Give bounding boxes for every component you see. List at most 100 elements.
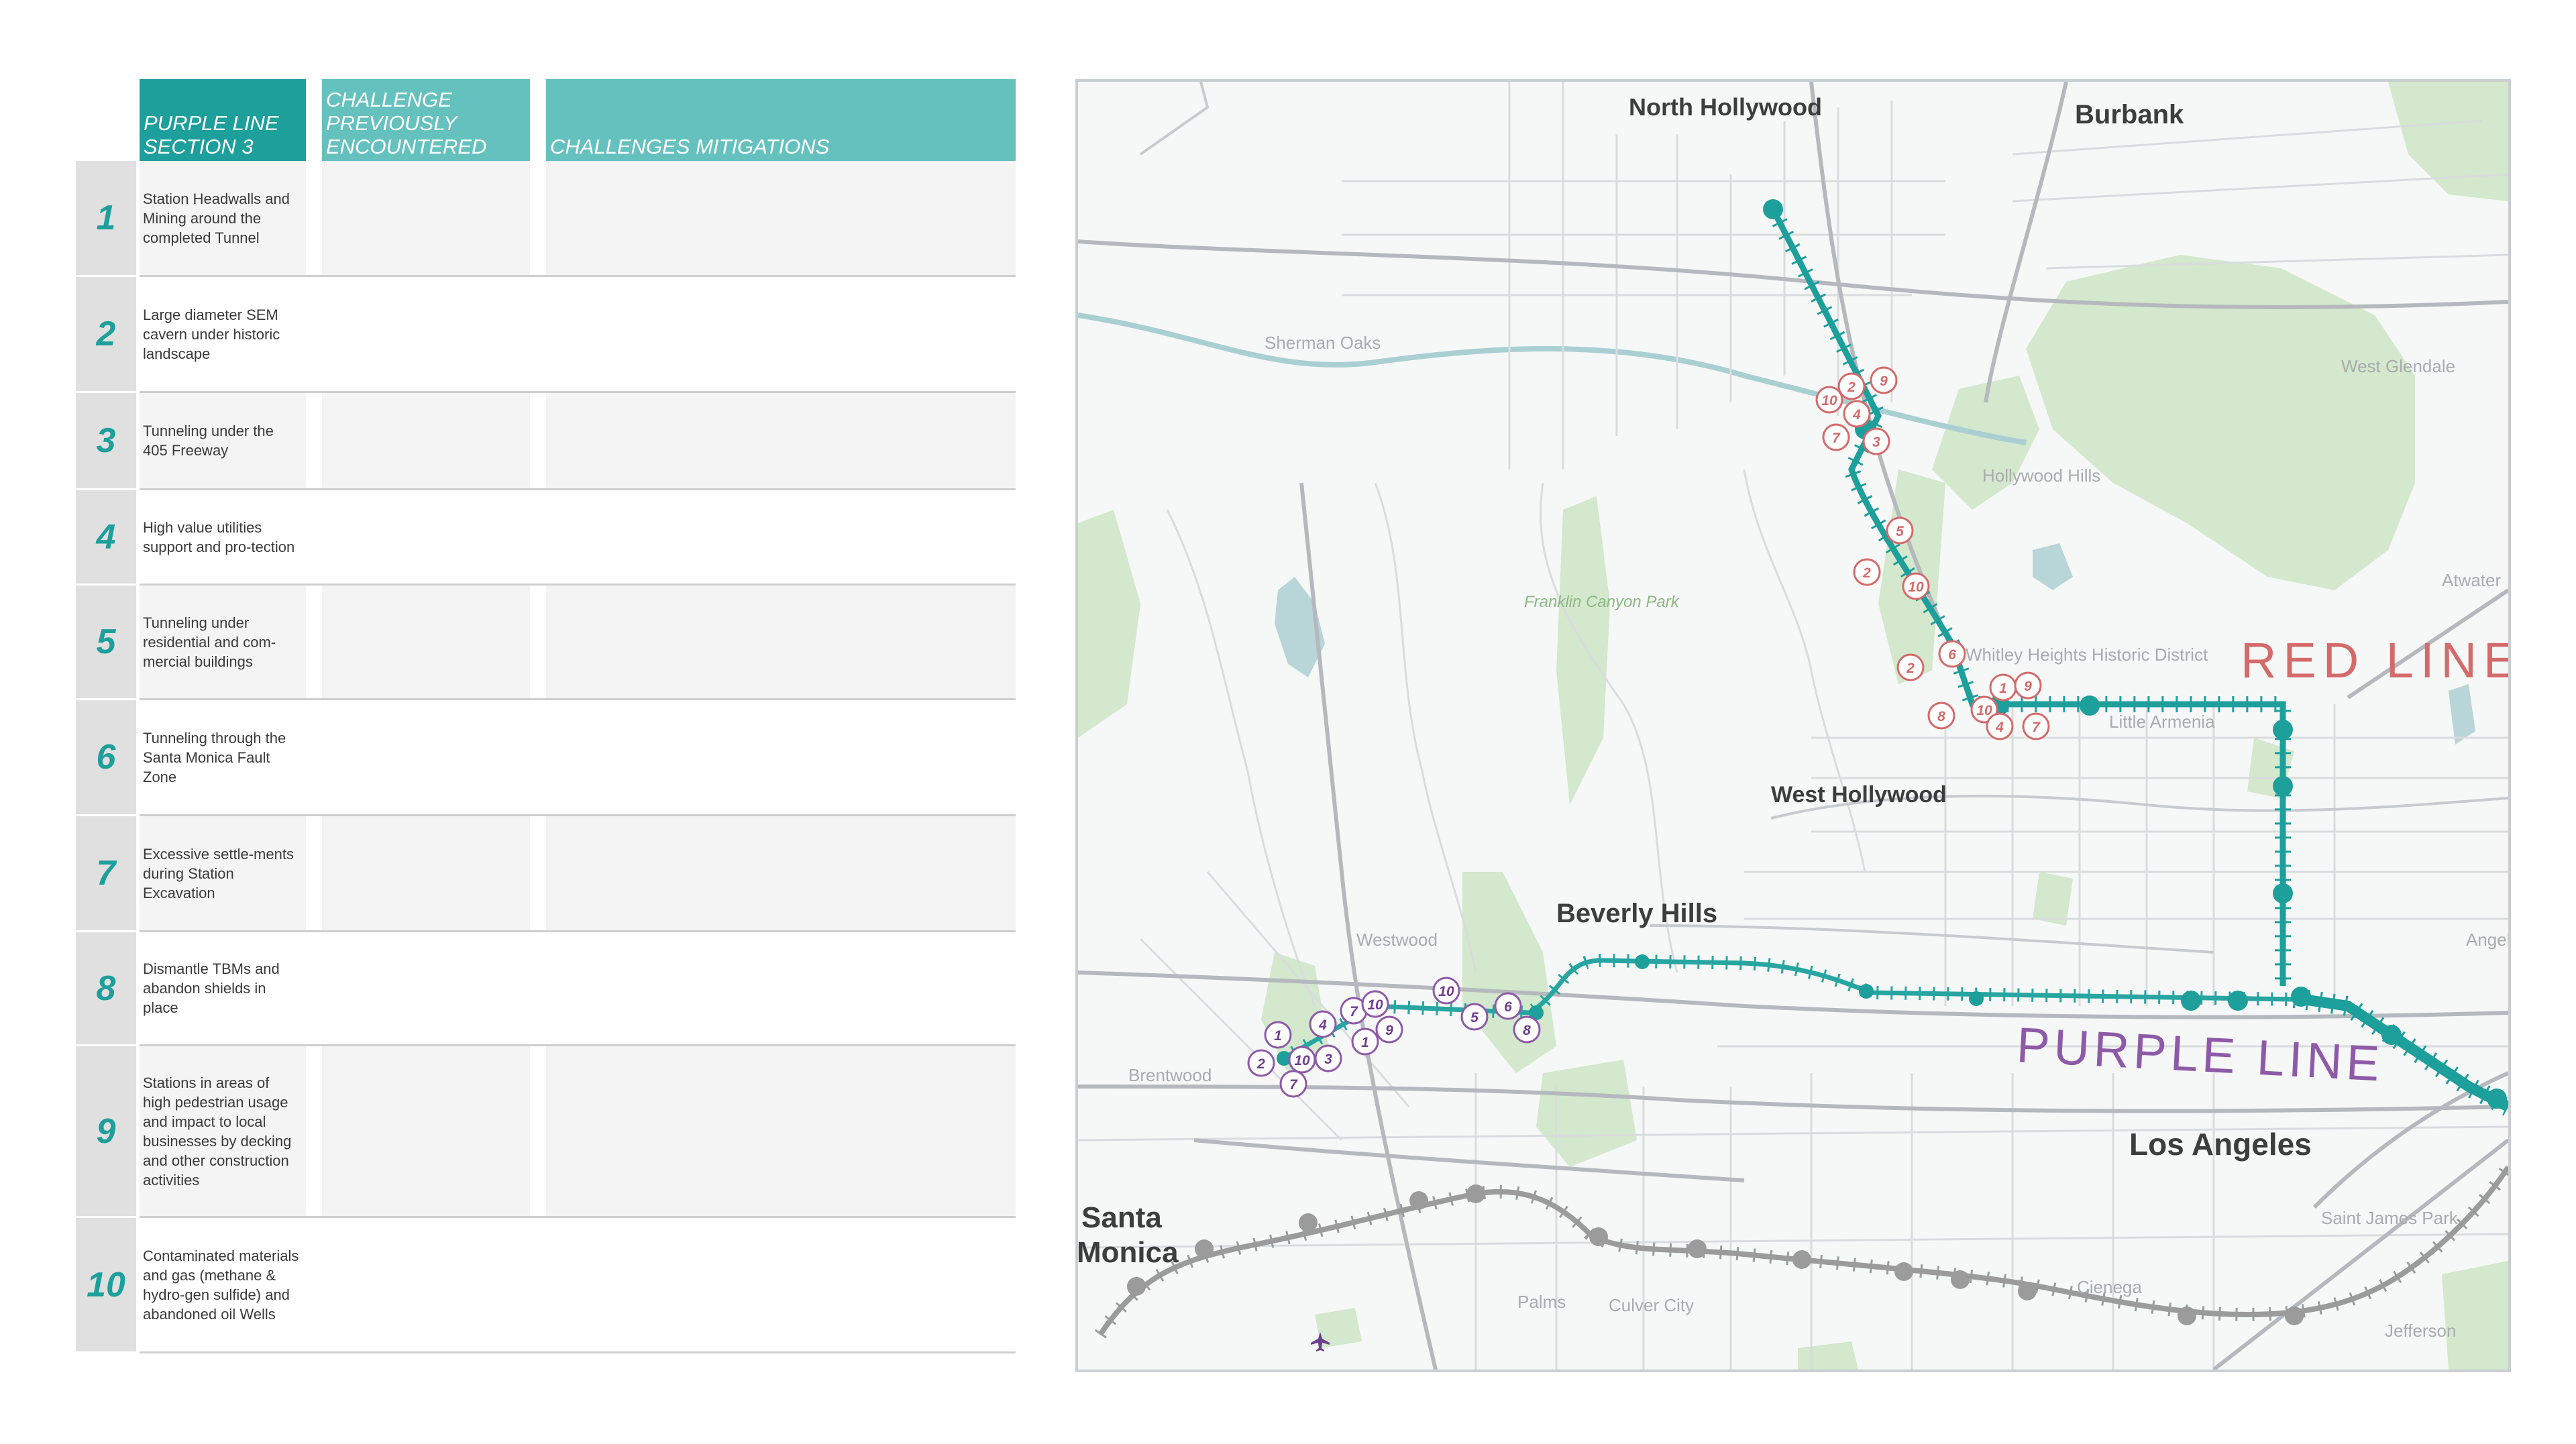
svg-text:3: 3: [1872, 435, 1880, 450]
challenge-text: Excessive settle-ments during Station Ex…: [140, 816, 306, 930]
table-row: 1 Station Headwalls and Mining around th…: [76, 161, 1016, 277]
label-north-hollywood: North Hollywood: [1629, 93, 1822, 121]
label-red-line: RED LINE: [2241, 632, 2508, 688]
marker: 10: [1361, 990, 1389, 1018]
marker: 4: [1843, 400, 1871, 428]
challenge-text: Tunneling through the Santa Monica Fault…: [140, 700, 306, 814]
table-row: 4 High value utilities support and pro-t…: [76, 490, 1016, 586]
marker: 1: [1351, 1028, 1379, 1056]
challenge-previously-cell: [322, 816, 530, 930]
table-row: 6 Tunneling through the Santa Monica Fau…: [76, 700, 1016, 816]
challenges-table: PURPLE LINE SECTION 3 CHALLENGE PREVIOUSLY…: [0, 0, 1033, 1444]
marker: 9: [1870, 366, 1898, 394]
marker: 7: [2022, 712, 2050, 740]
label-whitley-heights: Whitley Heights Historic District: [1966, 645, 2208, 665]
marker: 10: [1902, 572, 1930, 600]
row-number: 8: [76, 932, 136, 1044]
header-challenges-mitigations: CHALLENGES MITIGATIONS: [546, 79, 1016, 161]
svg-text:8: 8: [1523, 1023, 1531, 1038]
svg-text:10: 10: [1294, 1053, 1310, 1068]
svg-text:2: 2: [1256, 1056, 1265, 1072]
row-number: 2: [76, 277, 136, 391]
marker: 4: [1309, 1010, 1337, 1038]
challenge-previously-cell: [322, 490, 530, 584]
marker: 3: [1862, 427, 1890, 455]
label-atwater: Atwater: [2442, 570, 2501, 590]
challenge-text: Station Headwalls and Mining around the …: [140, 161, 306, 275]
label-palms: Palms: [1517, 1292, 1566, 1312]
mitigation-cell: [546, 393, 1016, 488]
svg-text:9: 9: [1880, 374, 1888, 389]
marker: 2: [1247, 1049, 1275, 1077]
svg-text:5: 5: [1896, 524, 1904, 539]
svg-text:7: 7: [1832, 431, 1841, 446]
table-row: 3 Tunneling under the 405 Freeway: [76, 393, 1016, 490]
svg-text:10: 10: [1438, 984, 1454, 999]
row-number: 4: [76, 490, 136, 584]
label-cienega: Cienega: [2077, 1277, 2142, 1297]
marker: 10: [1288, 1046, 1316, 1074]
challenge-previously-cell: [322, 700, 530, 814]
challenge-text: Contaminated materials and gas (methane …: [140, 1218, 306, 1351]
svg-text:3: 3: [1324, 1052, 1332, 1067]
marker: 1: [1989, 673, 2017, 702]
label-angelino: Angelino: [2466, 930, 2508, 950]
mitigation-cell: [546, 161, 1016, 275]
marker: 2: [1837, 372, 1866, 400]
marker: 1: [1264, 1021, 1292, 1049]
table-row: 7 Excessive settle-ments during Station …: [76, 816, 1016, 932]
map-canvas: 9 2 10 4 7 3 5 2 10 6 2 1 9 8 10 4 7 1 4…: [1078, 82, 2508, 1370]
mitigation-cell: [546, 932, 1016, 1044]
svg-text:7: 7: [1350, 1004, 1358, 1019]
marker: 5: [1460, 1003, 1489, 1031]
label-los-angeles: Los Angeles: [2129, 1127, 2312, 1162]
row-number: 5: [76, 586, 136, 698]
marker: 6: [1494, 992, 1522, 1020]
header-purple-line-section: PURPLE LINE SECTION 3: [140, 79, 306, 161]
marker: 8: [1927, 702, 1955, 730]
mitigation-cell: [546, 586, 1016, 698]
marker: 7: [1822, 423, 1850, 451]
svg-text:7: 7: [1289, 1077, 1298, 1093]
challenge-text: Dismantle TBMs and abandon shields in pl…: [140, 932, 306, 1044]
challenge-text: Large diameter SEM cavern under historic…: [140, 277, 306, 391]
challenge-text: Tunneling under residential and com-merc…: [140, 586, 306, 698]
mitigation-cell: [546, 1046, 1016, 1216]
marker: 10: [1815, 386, 1843, 414]
marker: 7: [1279, 1070, 1307, 1098]
row-number: 6: [76, 700, 136, 814]
label-west-glendale: West Glendale: [2341, 356, 2455, 376]
challenge-text: Tunneling under the 405 Freeway: [140, 393, 306, 488]
row-number: 9: [76, 1046, 136, 1216]
marker: 9: [2014, 671, 2042, 700]
label-westwood: Westwood: [1356, 930, 1438, 950]
svg-text:4: 4: [1995, 720, 2004, 735]
challenge-text: High value utilities support and pro-tec…: [140, 490, 306, 584]
label-little-armenia: Little Armenia: [2109, 712, 2215, 732]
label-west-hollywood: West Hollywood: [1771, 782, 1947, 808]
table-row: 9 Stations in areas of high pedestrian u…: [76, 1046, 1016, 1218]
label-beverly-hills: Beverly Hills: [1556, 899, 1717, 928]
challenge-previously-cell: [322, 1046, 530, 1216]
svg-text:10: 10: [1976, 703, 1992, 718]
label-saint-james-park: Saint James Park: [2321, 1208, 2459, 1228]
marker: 5: [1886, 516, 1914, 545]
challenge-previously-cell: [322, 393, 530, 488]
marker: 2: [1896, 653, 1925, 681]
marker: 6: [1938, 640, 1966, 668]
marker: 8: [1513, 1015, 1541, 1044]
label-brentwood: Brentwood: [1128, 1065, 1212, 1085]
svg-text:10: 10: [1367, 997, 1383, 1013]
mitigation-cell: [546, 700, 1016, 814]
svg-text:2: 2: [1906, 661, 1915, 676]
challenge-previously-cell: [322, 1218, 530, 1351]
mitigation-cell: [546, 490, 1016, 584]
row-number: 3: [76, 393, 136, 488]
svg-text:4: 4: [1318, 1017, 1327, 1033]
challenge-previously-cell: [322, 161, 530, 275]
svg-text:7: 7: [2032, 720, 2041, 735]
svg-text:6: 6: [1948, 647, 1956, 663]
table-row: 5 Tunneling under residential and com-me…: [76, 586, 1016, 700]
row-number: 1: [76, 161, 136, 275]
row-divider: [140, 1351, 1016, 1353]
